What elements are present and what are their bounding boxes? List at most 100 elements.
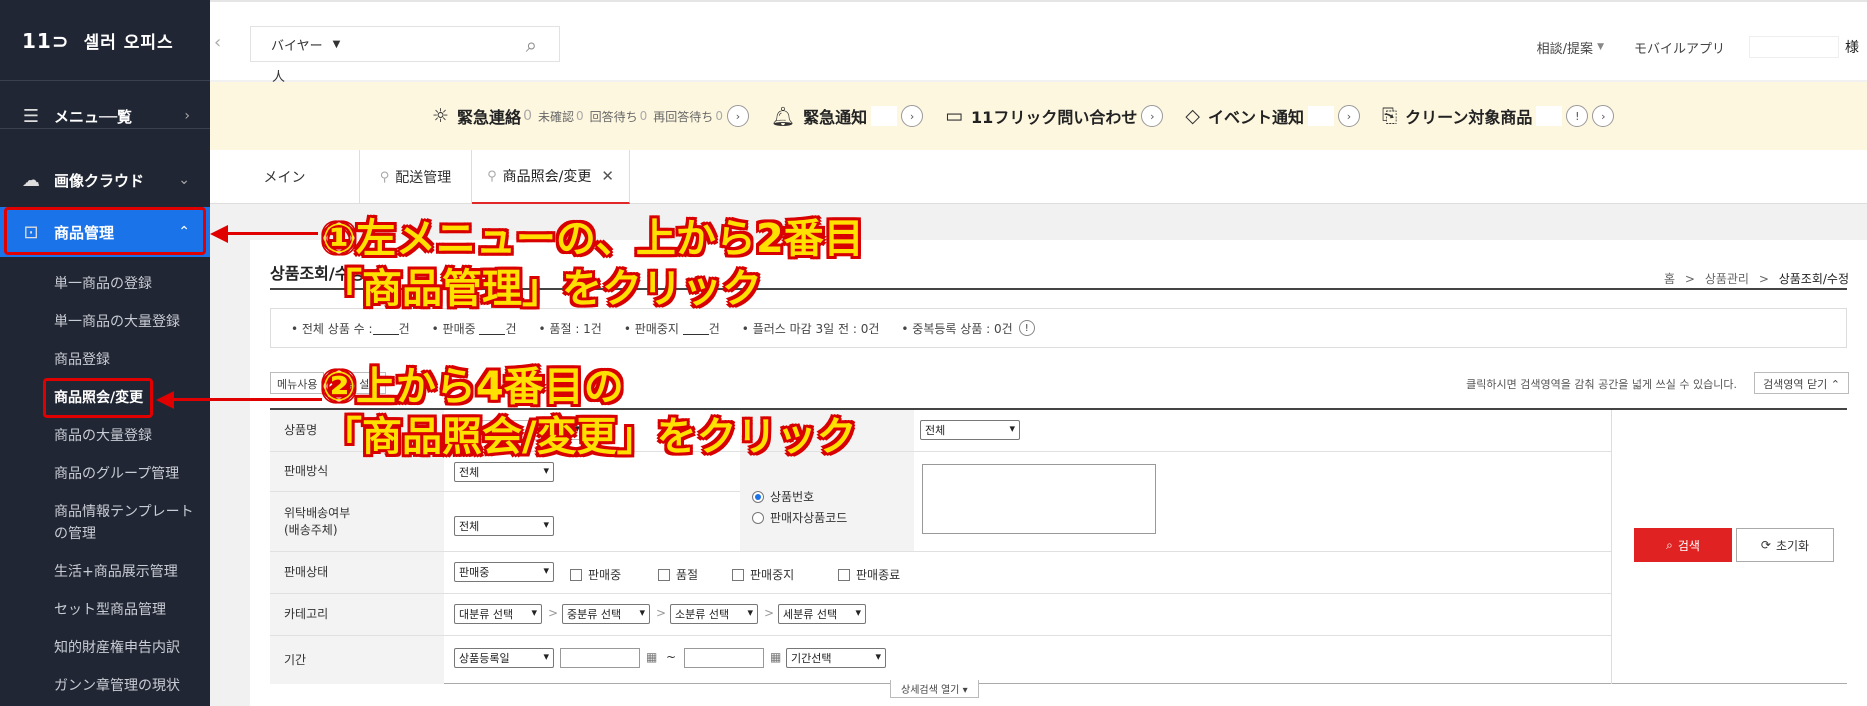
breadcrumb-home[interactable]: 홈 xyxy=(1664,272,1675,286)
stats-summary: • 전체 상품 수 :건 • 판매중 건 • 품절 : 1건 • 판매중지 건 … xyxy=(270,308,1847,348)
sidebar-subitem-template-line2[interactable]: の管理 xyxy=(54,524,96,544)
close-icon[interactable]: ✕ xyxy=(601,167,614,185)
condition-select[interactable]: 전체 xyxy=(920,420,1020,440)
urgent-notice-label: 緊急通知 xyxy=(803,108,868,127)
tab-label: 配送管理 xyxy=(395,170,452,186)
category-large-select[interactable]: 대분류 선택 xyxy=(454,604,542,624)
clipboard-icon: ⎘ xyxy=(1381,105,1398,127)
pin-icon[interactable]: ⚲ xyxy=(487,169,497,184)
stat-total[interactable]: • 전체 상품 수 :건 xyxy=(291,320,410,337)
calendar-icon[interactable]: ▦ xyxy=(646,650,657,664)
checkbox-ended[interactable]: 판매종료 xyxy=(838,566,900,583)
stat-stopped[interactable]: • 판매중지 건 xyxy=(624,320,720,337)
urgent-contact-label: 緊急連絡 xyxy=(457,108,522,127)
highlight-product-query xyxy=(43,378,153,418)
sidebar-subitem-life-display[interactable]: 生活+商品展示管理 xyxy=(54,562,178,582)
sidebar-subitem-bulk-register[interactable]: 商品の大量登録 xyxy=(54,426,152,446)
chevron-right-icon[interactable]: › xyxy=(901,105,924,127)
checkbox-stopped[interactable]: 판매중지 xyxy=(732,566,794,583)
urgent-notice[interactable]: 🔔︎ 緊急通知 › xyxy=(771,104,924,128)
divider xyxy=(0,80,210,81)
event-notice[interactable]: ◇ イベント通知 › xyxy=(1185,104,1360,128)
urgent-contact[interactable]: ☼ 緊急連絡 0 未確認 0 回答待ち 0 再回答待ち 0 › xyxy=(432,104,749,128)
sidebar-subitem-group-mgmt[interactable]: 商品のグループ管理 xyxy=(54,464,179,484)
label-consign: 위탁배송여부 (배송주체) xyxy=(270,492,444,551)
consign-select[interactable]: 전체 xyxy=(454,516,554,536)
sidebar-subitem-template[interactable]: 商品情報テンプレート xyxy=(54,502,194,522)
highlight-product-mgmt xyxy=(4,207,206,255)
breadcrumb-current: 상품조회/수정 xyxy=(1778,272,1849,286)
close-search-area-button[interactable]: 검색영역 닫기 ⌃ xyxy=(1754,372,1849,394)
reset-button[interactable]: ⟳ 초기화 xyxy=(1736,528,1834,562)
logo[interactable]: 11⊃ 셀러 오피스 xyxy=(22,28,174,53)
top-right-menu: 相談/提案 ▼ モバイルアプリ 様 xyxy=(1537,36,1867,58)
range-tilde: ~ xyxy=(666,650,677,664)
sidebar-subitem-single-bulk[interactable]: 単一商品の大量登録 xyxy=(54,312,180,332)
divider xyxy=(0,128,210,129)
start-date-input[interactable] xyxy=(560,648,640,668)
tab-bar: メイン ⚲ 配送管理 ⚲ 商品照会/変更 ✕ xyxy=(210,150,1867,204)
flick-inquiry-label: 11フリック問い合わせ xyxy=(971,108,1138,127)
breadcrumb-mid[interactable]: 상품관리 xyxy=(1705,272,1749,286)
category-mid-select[interactable]: 중분류 선택 xyxy=(562,604,650,624)
arrow-line-2 xyxy=(172,398,322,401)
collapse-sidebar-icon[interactable]: ‹ xyxy=(214,32,221,53)
stat-duplicate[interactable]: • 중복등록 상품 : 0건 xyxy=(901,320,1012,337)
info-icon[interactable]: ! xyxy=(1566,105,1589,127)
checkbox-selling[interactable]: 판매중 xyxy=(570,566,621,583)
chevron-right-icon[interactable]: › xyxy=(726,105,749,127)
re-waiting-label: 再回答待ち xyxy=(653,109,714,124)
tab-main[interactable]: メイン xyxy=(210,150,360,204)
period-type-select[interactable]: 상품등록일 xyxy=(454,648,554,668)
unconfirmed-label: 未確認 xyxy=(537,109,574,124)
category-detail-select[interactable]: 세분류 선택 xyxy=(778,604,866,624)
label-sale-status: 판매상태 xyxy=(270,552,444,593)
end-date-input[interactable] xyxy=(684,648,764,668)
detail-search-toggle[interactable]: 상세검색 열기 ▾ xyxy=(890,680,979,698)
label-period: 기간 xyxy=(270,636,444,684)
sidebar-item-image-cloud[interactable]: ☁ 画像クラウド ⌄ xyxy=(0,160,210,200)
flick-inquiry[interactable]: ▭ 11フリック問い合わせ › xyxy=(945,104,1164,128)
search-button[interactable]: ⌕ 검색 xyxy=(1634,528,1732,562)
sidebar-subitem-chapter-status[interactable]: ガンン章管理の現状 xyxy=(54,676,180,696)
period-select[interactable]: 기간선택 xyxy=(786,648,886,668)
app-root: 11⊃ 셀러 오피스 ☰ メニュ──覧 › ☁ 画像クラウド ⌄ ⊡ 商品管理 … xyxy=(0,0,1867,706)
consult-link[interactable]: 相談/提案 xyxy=(1537,38,1593,57)
redacted-count xyxy=(1307,106,1334,126)
menu-use-button[interactable]: 메뉴사용 xyxy=(270,372,325,394)
clean-items[interactable]: ⎘ クリーン対象商品 ! › xyxy=(1381,104,1615,128)
sale-method-select[interactable]: 전체 xyxy=(454,462,554,482)
info-icon[interactable]: ! xyxy=(1018,320,1035,336)
radio-seller-code[interactable]: 판매자상품코드 xyxy=(752,509,847,526)
buyer-select[interactable]: バイヤー xyxy=(271,35,323,54)
search-icon[interactable]: ⌕ xyxy=(526,33,537,57)
sidebar-subitem-ip-report[interactable]: 知的財産権申告内訳 xyxy=(54,638,180,658)
sidebar: 11⊃ 셀러 오피스 ☰ メニュ──覧 › ☁ 画像クラウド ⌄ ⊡ 商品管理 … xyxy=(0,0,210,706)
user-name-redacted xyxy=(1749,36,1839,58)
chevron-right-icon[interactable]: › xyxy=(1141,105,1164,127)
sidebar-subitem-set-product[interactable]: セット型商品管理 xyxy=(54,600,166,620)
checkbox-soldout[interactable]: 품절 xyxy=(658,566,698,583)
buyer-search-box[interactable]: バイヤー ▼ ⌕ xyxy=(250,26,560,62)
product-id-textarea[interactable] xyxy=(922,464,1156,534)
pin-icon[interactable]: ⚲ xyxy=(380,170,390,185)
breadcrumb: 홈 > 상품관리 > 상품조회/수정 xyxy=(1664,272,1849,286)
sidebar-item-menu-all[interactable]: ☰ メニュ──覧 › xyxy=(0,96,210,136)
tab-product-query[interactable]: ⚲ 商品照会/変更 ✕ xyxy=(472,150,630,204)
waiting-count: 0 xyxy=(639,109,648,123)
chevron-right-icon[interactable]: › xyxy=(1337,105,1360,127)
calendar-icon[interactable]: ▦ xyxy=(770,650,781,664)
tab-delivery[interactable]: ⚲ 配送管理 xyxy=(360,150,472,204)
radio-product-no[interactable]: 상품번호 xyxy=(752,488,847,505)
honorific: 様 xyxy=(1845,40,1859,56)
sidebar-subitem-product-register[interactable]: 商品登録 xyxy=(54,350,110,370)
stat-deadline[interactable]: • 플러스 마감 3일 전 : 0건 xyxy=(742,320,880,337)
sidebar-subitem-single-register[interactable]: 単一商品の登録 xyxy=(54,274,152,294)
sale-status-select[interactable]: 판매중 xyxy=(454,562,554,582)
stat-selling[interactable]: • 판매중 건 xyxy=(432,320,517,337)
stat-soldout[interactable]: • 품절 : 1건 xyxy=(539,320,602,337)
category-small-select[interactable]: 소분류 선택 xyxy=(670,604,758,624)
chevron-right-icon[interactable]: › xyxy=(1592,105,1615,127)
mobile-app-link[interactable]: モバイルアプリ xyxy=(1634,38,1725,57)
id-type-radio-group: 상품번호 판매자상품코드 xyxy=(752,488,847,530)
